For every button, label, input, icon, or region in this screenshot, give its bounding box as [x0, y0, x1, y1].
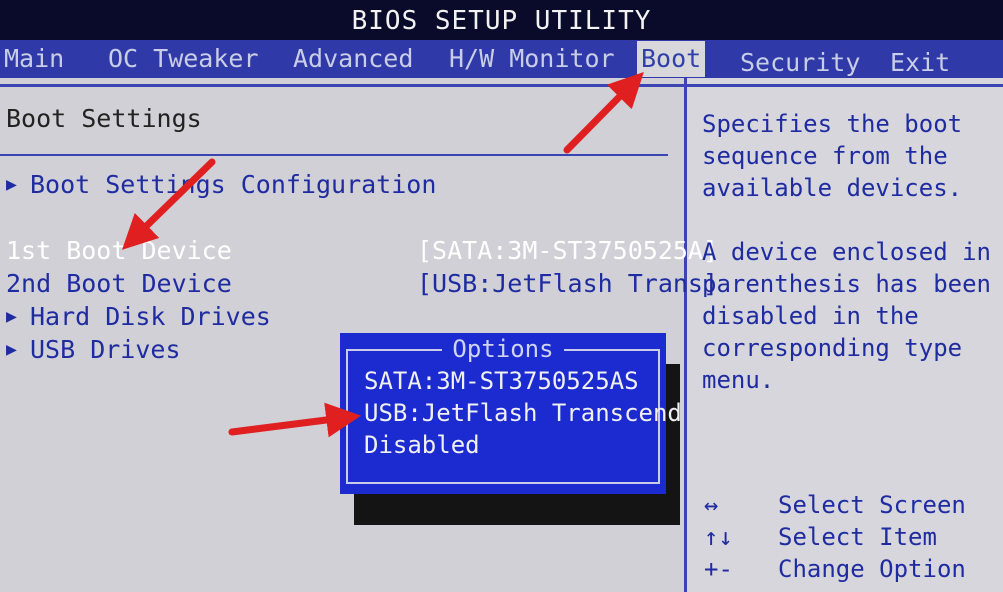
option-sata[interactable]: SATA:3M-ST3750525AS: [364, 367, 639, 395]
second-boot-device-value[interactable]: [USB:JetFlash Trans]: [417, 269, 718, 298]
tab-boot[interactable]: Boot: [637, 41, 706, 77]
tab-main[interactable]: Main: [4, 41, 64, 77]
first-boot-device-row[interactable]: 1st Boot Device: [6, 236, 232, 265]
submenu-label: Hard Disk Drives: [30, 302, 271, 331]
tab-oc-tweaker[interactable]: OC Tweaker: [108, 41, 259, 77]
option-usb-jetflash[interactable]: USB:JetFlash Transcend: [364, 399, 682, 427]
left-right-arrows-icon: ↔: [704, 491, 719, 519]
help-text-boot-sequence: Specifies the boot sequence from the ava…: [702, 110, 963, 202]
submenu-label: USB Drives: [30, 335, 181, 364]
tab-bar: Main OC Tweaker Advanced H/W Monitor Boo…: [0, 40, 1003, 78]
section-rule: [0, 154, 668, 156]
options-popup: Options SATA:3M-ST3750525AS USB:JetFlash…: [340, 333, 682, 494]
option-disabled[interactable]: Disabled: [364, 431, 480, 459]
tab-advanced[interactable]: Advanced: [293, 41, 413, 77]
submenu-label: Boot Settings Configuration: [30, 170, 437, 199]
tab-hw-monitor[interactable]: H/W Monitor: [449, 41, 615, 77]
popup-title-text: Options: [442, 335, 564, 363]
first-boot-device-label: 1st Boot Device: [6, 236, 232, 265]
submenu-boot-settings-configuration[interactable]: ▶ Boot Settings Configuration: [6, 170, 436, 199]
app-title: BIOS SETUP UTILITY: [351, 6, 652, 36]
frame-divider: [0, 84, 1003, 87]
title-bar: BIOS SETUP UTILITY: [0, 0, 1003, 40]
section-title: Boot Settings: [6, 104, 202, 133]
plus-minus-icon: +-: [704, 555, 733, 583]
up-down-arrows-icon: ↑↓: [704, 523, 733, 551]
popup-title: Options: [340, 335, 666, 363]
second-boot-device-row[interactable]: 2nd Boot Device: [6, 269, 232, 298]
key-desc-select-item: Select Item: [778, 523, 937, 551]
triangle-right-icon: ▶: [6, 174, 17, 195]
submenu-usb-drives[interactable]: ▶ USB Drives: [6, 335, 181, 364]
first-boot-device-value[interactable]: [SATA:3M-ST3750525A]: [417, 236, 718, 265]
key-desc-change-option: Change Option: [778, 555, 966, 583]
triangle-right-icon: ▶: [6, 306, 17, 327]
help-text-disabled-device: A device enclosed in parenthesis has bee…: [702, 238, 991, 394]
tab-exit[interactable]: Exit: [890, 45, 950, 81]
triangle-right-icon: ▶: [6, 339, 17, 360]
key-desc-select-screen: Select Screen: [778, 491, 966, 519]
tab-security[interactable]: Security: [740, 45, 860, 81]
second-boot-device-label: 2nd Boot Device: [6, 269, 232, 298]
submenu-hard-disk-drives[interactable]: ▶ Hard Disk Drives: [6, 302, 271, 331]
